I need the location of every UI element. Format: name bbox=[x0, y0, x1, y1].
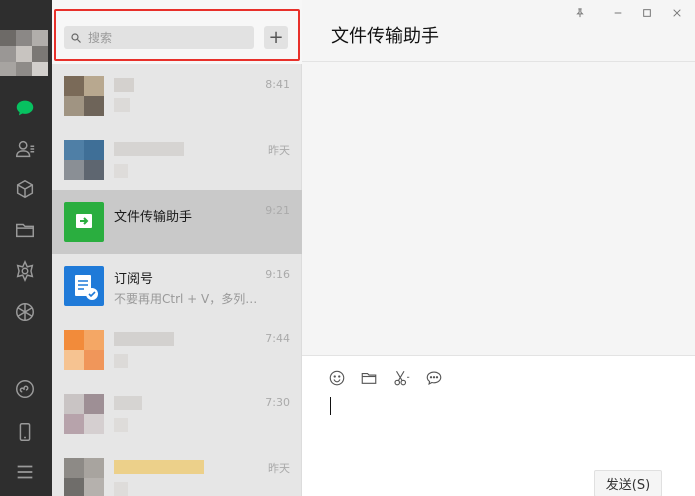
subscription-icon bbox=[64, 266, 104, 306]
sidebar-rail bbox=[0, 0, 52, 496]
chat-time: 昨天 bbox=[268, 144, 290, 157]
avatar bbox=[64, 394, 104, 434]
channels-icon[interactable] bbox=[10, 297, 40, 327]
list-item[interactable]: 8:41 bbox=[52, 64, 302, 128]
folder-icon[interactable] bbox=[359, 368, 379, 388]
avatar bbox=[64, 140, 104, 180]
contacts-icon[interactable] bbox=[10, 134, 40, 164]
favorites-icon[interactable] bbox=[10, 174, 40, 204]
maximize-icon[interactable] bbox=[637, 6, 657, 20]
list-item[interactable]: 7:44 bbox=[52, 318, 302, 382]
list-item[interactable]: 昨天 bbox=[52, 446, 302, 496]
chat-list-panel: + 8:41 昨天 文件传输助手 9:21 bbox=[52, 0, 302, 496]
search-box[interactable] bbox=[64, 26, 254, 49]
message-area[interactable] bbox=[302, 62, 695, 355]
moments-icon[interactable] bbox=[10, 256, 40, 286]
list-item[interactable]: 昨天 bbox=[52, 128, 302, 192]
search-icon bbox=[71, 32, 81, 43]
minimize-icon[interactable] bbox=[608, 6, 628, 20]
chat-icon[interactable] bbox=[10, 93, 40, 123]
chat-time: 7:44 bbox=[265, 332, 290, 345]
avatar[interactable] bbox=[0, 30, 48, 76]
mini-program-icon[interactable] bbox=[10, 374, 40, 404]
scissors-icon[interactable] bbox=[391, 368, 411, 388]
files-icon[interactable] bbox=[10, 215, 40, 245]
pin-icon[interactable] bbox=[570, 6, 590, 20]
menu-icon[interactable] bbox=[10, 457, 40, 487]
list-item-file-transfer[interactable]: 文件传输助手 9:21 bbox=[52, 190, 302, 254]
chat-history-icon[interactable] bbox=[424, 368, 444, 388]
add-button[interactable]: + bbox=[264, 26, 288, 49]
search-input[interactable] bbox=[88, 30, 238, 45]
avatar bbox=[64, 76, 104, 116]
file-transfer-icon bbox=[64, 202, 104, 242]
text-cursor[interactable] bbox=[330, 397, 331, 415]
chat-time: 8:41 bbox=[265, 78, 290, 91]
emoji-icon[interactable] bbox=[327, 368, 347, 388]
send-button[interactable]: 发送(S) bbox=[594, 470, 662, 496]
chat-time: 9:16 bbox=[265, 268, 290, 281]
avatar bbox=[64, 330, 104, 370]
list-item[interactable]: 7:30 bbox=[52, 382, 302, 446]
chat-time: 7:30 bbox=[265, 396, 290, 409]
page-title: 文件传输助手 bbox=[331, 26, 439, 47]
close-icon[interactable] bbox=[667, 6, 687, 20]
chat-name: 文件传输助手 bbox=[114, 210, 193, 225]
chat-preview: 不要再用Ctrl + V，多列… bbox=[114, 292, 258, 306]
avatar bbox=[64, 458, 104, 496]
chat-window: 文件传输助手 发送(S) bbox=[302, 0, 695, 496]
composer: 发送(S) bbox=[302, 355, 695, 496]
phone-icon[interactable] bbox=[10, 417, 40, 447]
list-item-subscription[interactable]: 订阅号 不要再用Ctrl + V，多列… 9:16 bbox=[52, 254, 302, 318]
search-bar: + bbox=[52, 0, 302, 64]
chat-time: 9:21 bbox=[265, 204, 290, 217]
chat-name: 订阅号 bbox=[114, 272, 154, 287]
chat-header: 文件传输助手 bbox=[302, 0, 695, 62]
chat-time: 昨天 bbox=[268, 462, 290, 475]
